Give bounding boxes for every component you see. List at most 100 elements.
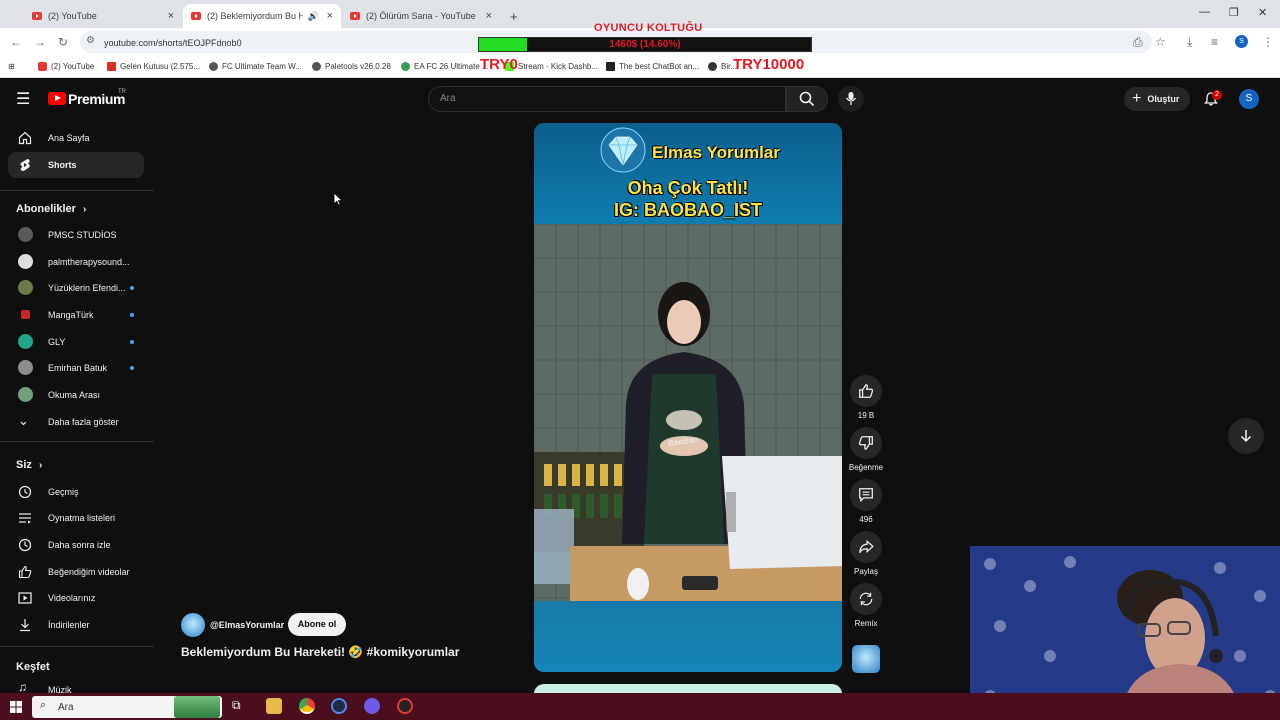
like-button[interactable] bbox=[850, 375, 882, 407]
notification-badge: 2 bbox=[1212, 90, 1222, 100]
search-input[interactable] bbox=[428, 86, 786, 112]
sidebar-item-liked-videos[interactable]: Beğendiğim videolar bbox=[8, 559, 144, 585]
downloads-icon[interactable]: ⤓ bbox=[1187, 35, 1192, 50]
diamond-logo-icon bbox=[600, 127, 646, 173]
discord-icon[interactable] bbox=[364, 698, 380, 714]
bookmark-item[interactable]: Gelen Kutusu (2.575... bbox=[107, 62, 200, 71]
channel-avatar[interactable] bbox=[181, 613, 205, 637]
short-title[interactable]: Beklemiyordum Bu Hareketi! 🤣 #komikyorum… bbox=[181, 645, 459, 659]
dislike-label: Beğenme bbox=[848, 463, 884, 472]
sidebar-item-history[interactable]: Geçmiş bbox=[8, 479, 144, 505]
windows-start-icon[interactable] bbox=[10, 701, 22, 713]
youtube-favicon-icon bbox=[191, 12, 201, 20]
dislike-button[interactable] bbox=[850, 427, 882, 459]
search-icon: ⌕ bbox=[40, 699, 47, 711]
sidebar-item-subscription[interactable]: GLY bbox=[8, 329, 144, 355]
video-caption-line: IG: BAOBAO_IST bbox=[613, 200, 762, 220]
media-controls-icon[interactable]: ≡ bbox=[1211, 35, 1218, 49]
hamburger-menu-icon[interactable]: ☰ bbox=[16, 89, 30, 109]
downloads-icon bbox=[20, 619, 30, 632]
sidebar-item-shorts[interactable]: Shorts bbox=[8, 152, 144, 178]
site-info-icon[interactable]: ⚙ bbox=[86, 35, 95, 46]
sidebar-item-subscription[interactable]: Okuma Arası bbox=[8, 382, 144, 408]
bookmark-item[interactable]: FC Ultimate Team W... bbox=[209, 62, 302, 71]
bookmark-item[interactable]: EA FC 26 Ultimate ... bbox=[401, 62, 489, 71]
bookmark-item[interactable]: Paletools v26.0.28 bbox=[312, 62, 391, 71]
next-short-button[interactable] bbox=[1228, 418, 1264, 454]
task-view-icon[interactable]: ⧉ bbox=[232, 698, 248, 714]
video-footer bbox=[534, 601, 842, 672]
restore-icon[interactable]: ❐ bbox=[1229, 6, 1239, 19]
close-tab-icon[interactable]: × bbox=[486, 10, 492, 22]
channel-avatar bbox=[18, 280, 33, 295]
plus-icon: + bbox=[1132, 90, 1142, 107]
ea-icon bbox=[401, 62, 410, 71]
shorts-video-player[interactable]: Elmas Yorumlar Oha Çok Tatlı! IG: BAOBAO… bbox=[534, 123, 842, 672]
explore-heading: Keşfet bbox=[16, 661, 50, 673]
account-avatar[interactable]: S bbox=[1239, 89, 1259, 109]
reload-icon[interactable]: ↻ bbox=[58, 35, 68, 49]
share-button[interactable] bbox=[850, 531, 882, 563]
sidebar-item-downloads[interactable]: İndirilenler bbox=[8, 612, 144, 638]
close-window-icon[interactable]: ✕ bbox=[1258, 6, 1267, 19]
youtube-icon bbox=[38, 62, 47, 71]
sidebar-item-your-videos[interactable]: Videolarınız bbox=[8, 585, 144, 611]
chrome-icon[interactable] bbox=[299, 698, 315, 714]
forward-icon[interactable]: → bbox=[34, 35, 46, 49]
browser-tab[interactable]: (2) Ölürüm Sana - YouTube × bbox=[342, 4, 500, 28]
new-content-dot bbox=[130, 366, 134, 370]
close-tab-icon[interactable]: × bbox=[168, 10, 174, 22]
sidebar-item-watch-later[interactable]: Daha sonra izle bbox=[8, 532, 144, 558]
remix-button[interactable] bbox=[850, 583, 882, 615]
subscribe-button[interactable]: Abone ol bbox=[288, 613, 346, 636]
profile-avatar[interactable]: S bbox=[1235, 35, 1248, 48]
install-app-icon[interactable]: ⎙ bbox=[1133, 35, 1143, 50]
back-icon[interactable]: ← bbox=[10, 35, 22, 49]
sound-thumbnail[interactable] bbox=[852, 645, 880, 673]
app-icon[interactable] bbox=[331, 698, 347, 714]
show-more-button[interactable]: ⌄ Daha fazla göster bbox=[8, 409, 144, 435]
sidebar-item-subscription[interactable]: Emirhan Batuk bbox=[8, 355, 144, 381]
sidebar-item-music[interactable]: ♫ Müzik bbox=[8, 678, 144, 694]
channel-avatar bbox=[18, 387, 33, 402]
search-button[interactable] bbox=[786, 86, 828, 112]
minimize-icon[interactable]: — bbox=[1199, 6, 1210, 18]
youtube-logo-text[interactable]: Premium bbox=[68, 91, 126, 107]
obs-icon[interactable] bbox=[397, 698, 413, 714]
sidebar-item-subscription[interactable]: PMSC STUDİOS bbox=[8, 222, 144, 248]
sidebar-item-subscription[interactable]: MangaTürk bbox=[8, 302, 144, 328]
url-text[interactable]: youtube.com/shorts/tEOJPFdnob0 bbox=[104, 38, 242, 48]
create-button[interactable]: + Oluştur bbox=[1124, 87, 1190, 111]
watch-later-icon bbox=[18, 538, 32, 552]
channel-avatar bbox=[18, 227, 33, 242]
audio-icon[interactable]: 🔊 bbox=[308, 11, 319, 22]
voice-search-button[interactable] bbox=[838, 86, 864, 112]
channel-avatar bbox=[18, 360, 33, 375]
share-label: Paylaş bbox=[853, 567, 878, 576]
sidebar-item-subscription[interactable]: Yüzüklerin Efendi... bbox=[8, 275, 144, 301]
bookmark-item[interactable]: The best ChatBot an... bbox=[606, 62, 699, 71]
overlay-goal-bar: 1460$ (14.60%) bbox=[478, 37, 812, 52]
bookmark-item[interactable]: Stream - Kick Dashb... bbox=[505, 62, 598, 71]
subscriptions-heading[interactable]: Abonelikler › bbox=[16, 203, 86, 215]
sidebar-item-subscription[interactable]: palmtherapysound... bbox=[8, 249, 144, 275]
sidebar-item-home[interactable]: Ana Sayfa bbox=[8, 125, 144, 151]
channel-name[interactable]: @ElmasYorumlar bbox=[210, 620, 284, 630]
sidebar-item-playlists[interactable]: Oynatma listeleri bbox=[8, 505, 144, 531]
close-tab-icon[interactable]: × bbox=[327, 10, 333, 22]
you-heading[interactable]: Siz › bbox=[16, 459, 42, 471]
bookmark-star-icon[interactable]: ☆ bbox=[1155, 35, 1166, 49]
apps-icon[interactable]: ⊞ bbox=[8, 62, 15, 71]
bookmark-item[interactable]: (2) YouTube bbox=[38, 62, 94, 71]
browser-tab[interactable]: (2) YouTube × bbox=[24, 4, 182, 28]
file-explorer-icon[interactable] bbox=[266, 698, 282, 714]
new-tab-button[interactable]: + bbox=[502, 4, 522, 28]
playlists-icon bbox=[19, 513, 31, 524]
comments-button[interactable] bbox=[850, 479, 882, 511]
globe-icon bbox=[312, 62, 321, 71]
browser-tab-active[interactable]: (2) Beklemiyordum Bu Hareketi 🔊 × bbox=[183, 4, 341, 28]
youtube-logo-icon[interactable] bbox=[48, 92, 66, 105]
divider bbox=[0, 190, 154, 191]
sidebar-item-label: Ana Sayfa bbox=[48, 133, 90, 143]
menu-icon[interactable]: ⋮ bbox=[1262, 35, 1274, 49]
